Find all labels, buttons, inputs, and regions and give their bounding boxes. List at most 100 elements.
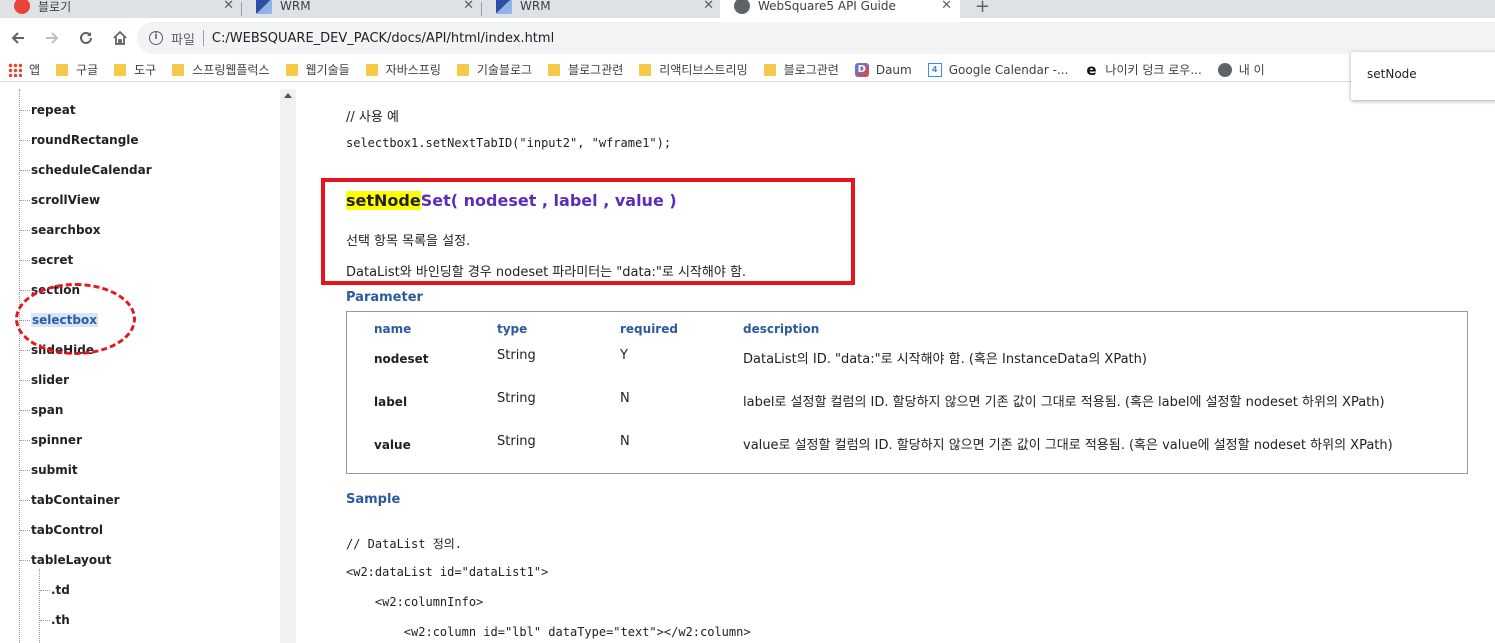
sidebar-item-repeat[interactable]: repeat	[20, 100, 76, 120]
bookmark-folder[interactable]: 구글	[48, 58, 106, 81]
bookmark-apps[interactable]: 앱	[0, 58, 48, 81]
sidebar-item-label[interactable]: span	[31, 403, 63, 417]
url-text[interactable]: C:/WEBSQUARE_DEV_PACK/docs/API/html/inde…	[212, 31, 554, 46]
method-signature-rest: Set( nodeset , label , value )	[420, 191, 677, 210]
bookmark-folder[interactable]: 리액티브스트리밍	[631, 58, 755, 81]
sidebar-item-label[interactable]: secret	[31, 253, 73, 267]
sidebar-subitem-td[interactable]: .td	[40, 580, 70, 600]
sidebar-item-scrollview[interactable]: scrollView	[20, 190, 100, 210]
sample-heading: Sample	[346, 492, 401, 507]
back-arrow-icon	[11, 32, 24, 44]
back-button[interactable]	[2, 22, 34, 54]
param-required: N	[620, 434, 630, 449]
bookmark-label: 자바스프링	[385, 63, 441, 77]
sidebar-item-label[interactable]: submit	[31, 463, 78, 477]
bookmark-daum[interactable]: D Daum	[847, 58, 920, 81]
search-highlight: setNode	[346, 191, 421, 210]
sidebar-item-slider[interactable]: slider	[20, 370, 69, 390]
close-icon[interactable]: ✕	[463, 0, 474, 13]
folder-icon	[56, 63, 69, 76]
tab-title: WRM	[520, 0, 551, 13]
param-description: DataList의 ID. "data:"로 시작해야 함. (혹은 Insta…	[743, 352, 1147, 367]
bookmark-folder[interactable]: 도구	[106, 58, 164, 81]
reload-icon	[80, 31, 92, 44]
folder-icon	[365, 63, 378, 76]
bookmark-label: 스프링웹플럭스	[192, 63, 270, 77]
sample-line: <w2:columnInfo>	[346, 595, 484, 609]
bookmark-label: 앱	[29, 63, 41, 77]
sidebar-item-label[interactable]: scrollView	[31, 193, 100, 207]
globe-icon	[1217, 62, 1232, 77]
close-icon[interactable]: ✕	[703, 0, 714, 13]
example-code: selectbox1.setNextTabID("input2", "wfram…	[346, 136, 672, 150]
sidebar-item-tabcontainer[interactable]: tabContainer	[20, 490, 120, 510]
sidebar-item-label[interactable]: tabControl	[31, 523, 103, 537]
sample-line: <w2:column id="lbl" dataType="text"></w2…	[346, 625, 751, 639]
method-description-2: DataList와 바인딩할 경우 nodeset 파라미터는 "data:"로…	[346, 265, 747, 280]
tab-api-guide[interactable]: WebSquare5 API Guide ✕	[720, 0, 960, 18]
ie-icon: e	[1086, 60, 1097, 79]
bookmark-label: 블로그관련	[783, 63, 839, 77]
info-icon[interactable]: i	[149, 31, 163, 45]
sidebar-item-label[interactable]: tableLayout	[31, 553, 111, 567]
sidebar-item-searchbox[interactable]: searchbox	[20, 220, 101, 240]
bookmark-my[interactable]: 내 이	[1210, 58, 1273, 81]
tab-blog[interactable]: 블로기 ✕	[0, 0, 242, 18]
method-description-1: 선택 항목 목록을 설정.	[346, 234, 471, 249]
method-signature: setNodeSet( nodeset , label , value )	[346, 191, 677, 210]
sidebar-item-roundrectangle[interactable]: roundRectangle	[20, 130, 139, 150]
sidebar-item-span[interactable]: span	[20, 400, 63, 420]
parameter-heading: Parameter	[346, 290, 423, 305]
param-name: label	[374, 395, 408, 409]
close-icon[interactable]: ✕	[941, 0, 952, 13]
bookmark-folder[interactable]: 자바스프링	[358, 58, 449, 81]
sidebar-item-label[interactable]: spinner	[31, 433, 82, 447]
bookmark-nike[interactable]: e 나이키 덩크 로우...	[1076, 58, 1209, 81]
param-description: value로 설정할 컬럼의 ID. 할당하지 않으면 기존 값이 그대로 적용…	[743, 438, 1393, 453]
new-tab-icon[interactable]: +	[975, 0, 990, 17]
home-button[interactable]	[104, 22, 136, 54]
sidebar-item-label[interactable]: tabContainer	[31, 493, 120, 507]
tab-wrm-1[interactable]: WRM ✕	[242, 0, 482, 18]
sidebar-item-secret[interactable]: secret	[20, 250, 73, 270]
bookmark-folder[interactable]: 블로그관련	[540, 58, 631, 81]
sidebar-scrollbar[interactable]	[280, 89, 296, 643]
sidebar-item-submit[interactable]: submit	[20, 460, 78, 480]
sidebar-item-tablelayout[interactable]: tableLayout	[20, 550, 111, 570]
reload-button[interactable]	[70, 22, 102, 54]
folder-icon	[763, 63, 776, 76]
column-header-description: description	[743, 322, 820, 336]
sidebar-item-spinner[interactable]: spinner	[20, 430, 82, 450]
param-required: Y	[620, 348, 628, 363]
bookmark-folder[interactable]: 기술블로그	[449, 58, 540, 81]
sidebar-subitem-th[interactable]: .th	[40, 610, 70, 630]
scroll-up-icon[interactable]	[284, 93, 292, 98]
api-content: // 사용 예 selectbox1.setNextTabID("input2"…	[297, 89, 1495, 643]
column-header-name: name	[374, 322, 412, 336]
sidebar-item-label[interactable]: searchbox	[31, 223, 101, 237]
sidebar-item-label[interactable]: roundRectangle	[31, 133, 139, 147]
bookmarks-bar: 앱 구글 도구 스프링웹플럭스 웹기술들 자바스프링 기술블로그 블로그관련 리…	[0, 58, 1495, 82]
find-text[interactable]: setNode	[1367, 67, 1417, 81]
toolbar: i 파일 C:/WEBSQUARE_DEV_PACK/docs/API/html…	[0, 18, 1495, 58]
bookmark-folder[interactable]: 웹기술들	[278, 58, 358, 81]
sidebar-item-schedulecalendar[interactable]: scheduleCalendar	[20, 160, 152, 180]
tab-wrm-2[interactable]: WRM ✕	[482, 0, 722, 18]
sidebar-item-label[interactable]: slider	[31, 373, 69, 387]
bookmark-calendar[interactable]: 4 Google Calendar -...	[920, 58, 1077, 81]
bookmark-folder[interactable]: 스프링웹플럭스	[164, 58, 277, 81]
sidebar-item-label[interactable]: repeat	[31, 103, 76, 117]
address-bar[interactable]: i 파일 C:/WEBSQUARE_DEV_PACK/docs/API/html…	[137, 22, 1495, 54]
sidebar-item-label[interactable]: .td	[51, 583, 70, 597]
browser-window: 블로기 ✕ WRM ✕ WRM ✕ WebSquare5 API Guide ✕…	[0, 0, 1495, 643]
forward-button[interactable]	[36, 22, 68, 54]
folder-icon	[172, 63, 185, 76]
param-name: value	[374, 438, 411, 452]
close-icon[interactable]: ✕	[223, 0, 234, 13]
warning-icon	[14, 0, 30, 14]
bookmark-label: 블로그관련	[568, 63, 624, 77]
bookmark-folder[interactable]: 블로그관련	[756, 58, 847, 81]
sidebar-item-label[interactable]: scheduleCalendar	[31, 163, 152, 177]
sidebar-item-label[interactable]: .th	[51, 613, 70, 627]
sidebar-item-tabcontrol[interactable]: tabControl	[20, 520, 103, 540]
